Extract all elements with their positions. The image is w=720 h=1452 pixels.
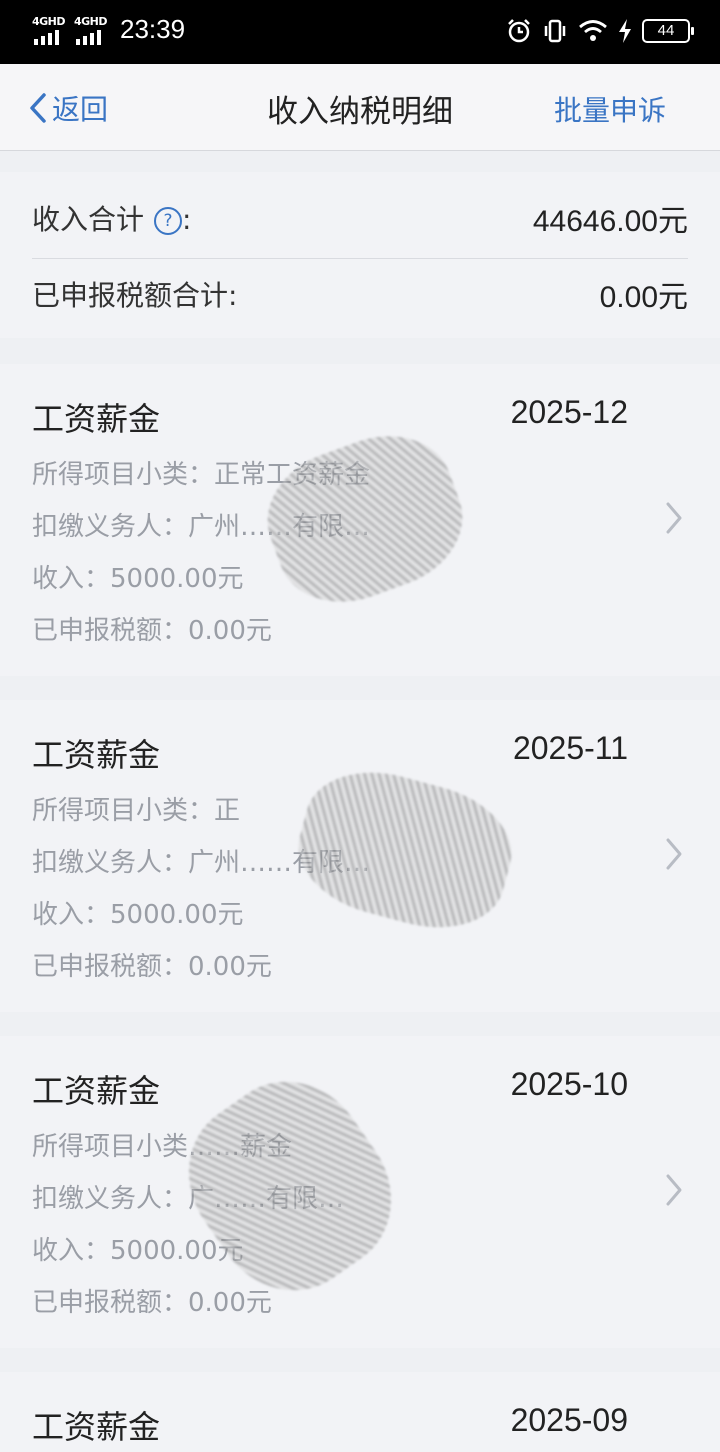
tax-total-value: 0.00元 <box>599 281 688 314</box>
battery-icon: 44 <box>642 19 694 43</box>
income-record-card[interactable]: 工资薪金 2025-12 所得项目小类：正常工资薪金 扣缴义务人：广州……有限…… <box>0 364 720 676</box>
record-period: 2025-09 <box>510 1402 628 1438</box>
record-subcategory: 所得项目小类：正 <box>32 796 241 826</box>
status-time: 23:39 <box>120 14 186 44</box>
income-total-value: 44646.00元 <box>532 205 688 238</box>
record-income: 收入：5000.00元 <box>32 564 244 594</box>
income-record-card[interactable]: 工资薪金 2025-09 <box>0 1372 720 1452</box>
chevron-right-icon <box>666 838 682 870</box>
summary-panel: 收入合计?: 44646.00元 已申报税额合计: 0.00元 <box>0 172 720 338</box>
signal-icon-1: 4GHD <box>32 15 68 45</box>
record-period: 2025-10 <box>510 1066 628 1102</box>
bolt-icon <box>619 19 631 43</box>
nav-bar: 返回 收入纳税明细 批量申诉 <box>0 64 720 151</box>
wifi-icon <box>579 20 607 41</box>
record-period: 2025-11 <box>512 730 628 766</box>
record-title: 工资薪金 <box>32 1072 161 1110</box>
record-period: 2025-12 <box>510 394 628 430</box>
tax-total-label: 已申报税额合计: <box>32 279 238 312</box>
record-title: 工资薪金 <box>32 736 161 774</box>
status-bar: 4GHD 4GHD 23:39 44 <box>0 0 720 64</box>
income-record-card[interactable]: 工资薪金 2025-10 所得项目小类……薪金 扣缴义务人：广……有限… 收入：… <box>0 1036 720 1348</box>
record-tax: 已申报税额：0.00元 <box>32 616 272 646</box>
batch-appeal-button[interactable]: 批量申诉 <box>554 89 666 129</box>
alarm-icon <box>508 19 530 43</box>
income-total-row: 收入合计?: 44646.00元 <box>32 178 688 259</box>
tax-total-row: 已申报税额合计: 0.00元 <box>32 254 688 334</box>
income-total-colon: : <box>182 203 192 236</box>
network-label-1: 4GHD <box>32 14 66 28</box>
record-income: 收入：5000.00元 <box>32 900 244 930</box>
redaction-scribble <box>158 1052 422 1320</box>
chevron-right-icon <box>666 502 682 534</box>
income-total-label-group: 收入合计?: <box>32 198 191 238</box>
income-record-card[interactable]: 工资薪金 2025-11 所得项目小类：正 扣缴义务人：广州……有限… 收入：5… <box>0 700 720 1012</box>
record-income: 收入：5000.00元 <box>32 1236 244 1266</box>
record-title: 工资薪金 <box>32 400 161 438</box>
record-title: 工资薪金 <box>32 1408 161 1446</box>
record-tax: 已申报税额：0.00元 <box>32 952 272 982</box>
question-circle-icon[interactable]: ? <box>154 207 183 235</box>
signal-icon-2: 4GHD <box>74 15 110 45</box>
battery-level: 44 <box>657 22 675 39</box>
income-total-label: 收入合计 <box>32 203 145 236</box>
vibrate-icon <box>544 19 566 43</box>
redaction-scribble <box>250 416 480 622</box>
status-bar-left: 4GHD 4GHD 23:39 <box>32 14 185 45</box>
chevron-right-icon <box>666 1174 682 1206</box>
network-label-2: 4GHD <box>74 14 108 28</box>
status-bar-right: 44 <box>506 18 694 44</box>
redaction-scribble <box>285 755 525 945</box>
record-tax: 已申报税额：0.00元 <box>32 1288 272 1318</box>
